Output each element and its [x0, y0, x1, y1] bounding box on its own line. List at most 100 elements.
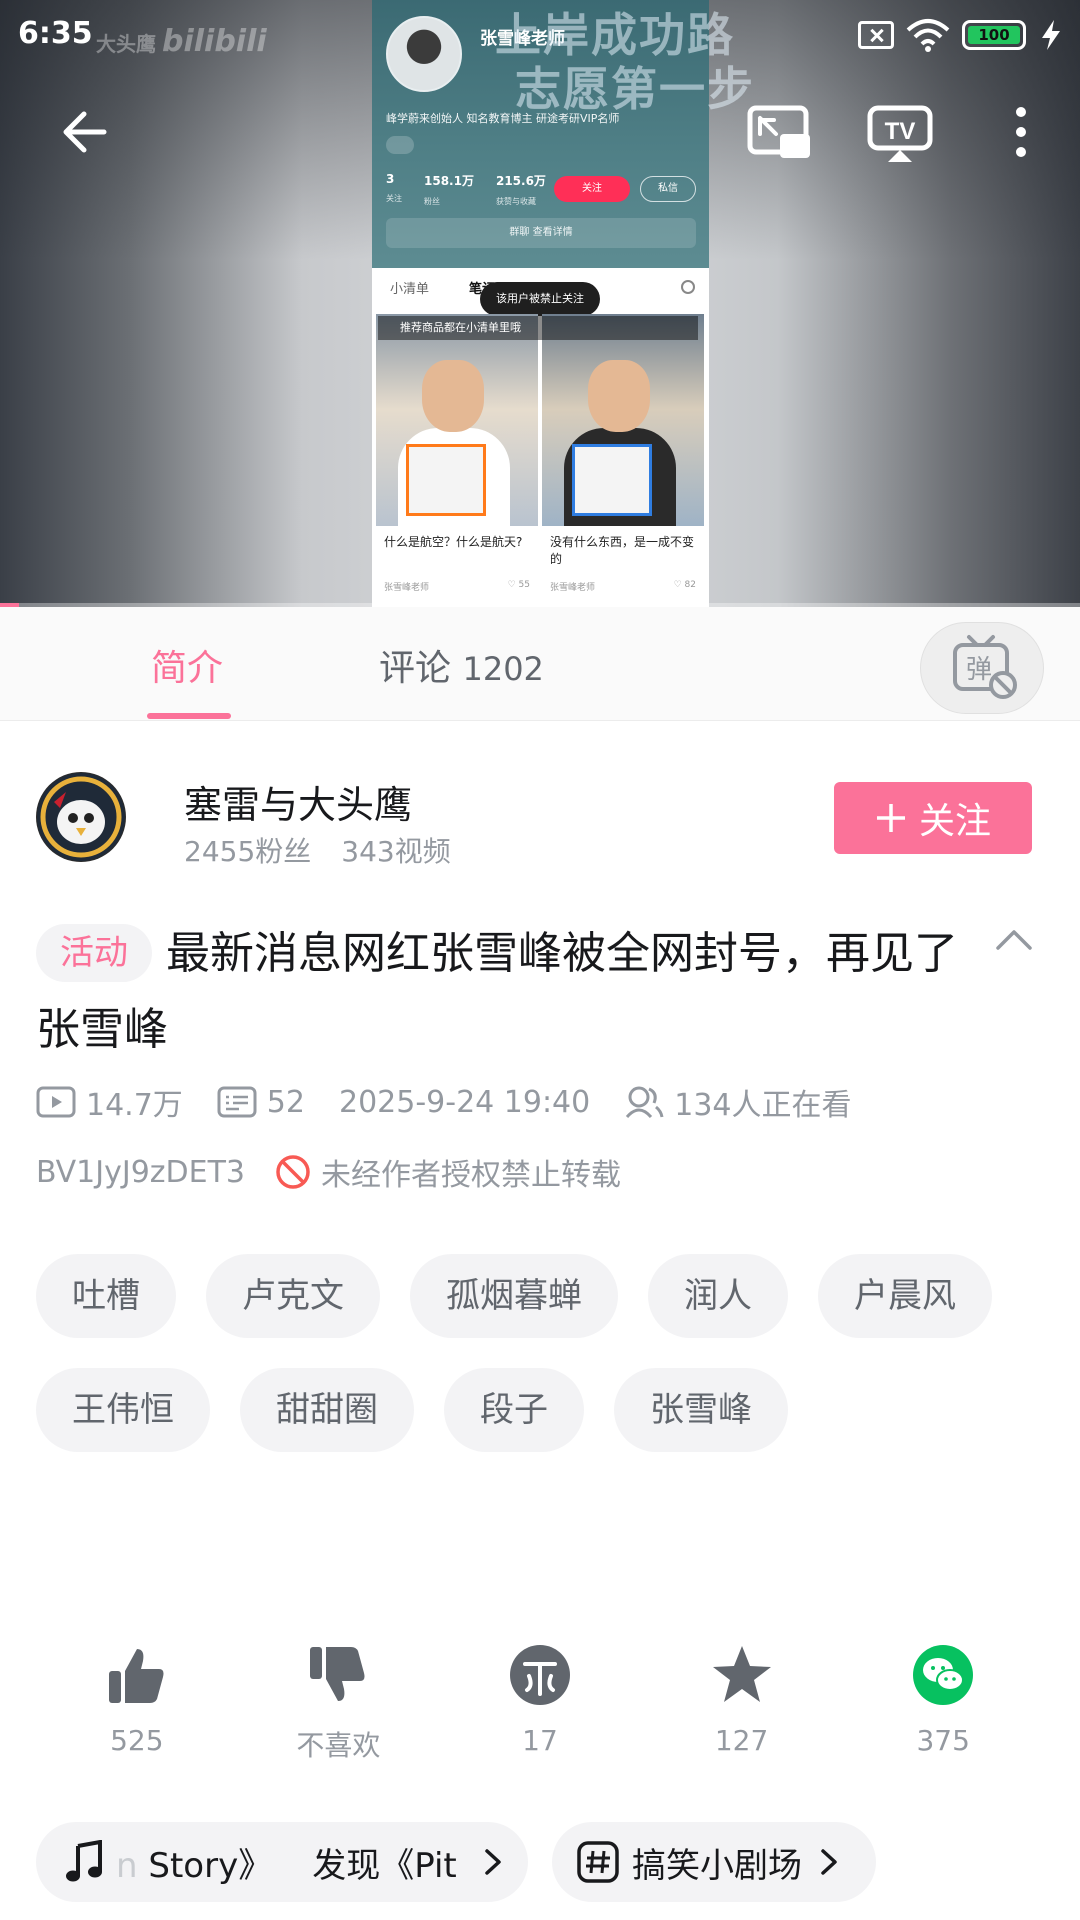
- embedded-note-card: 什么是航空？什么是航天? 张雪峰老师 ♡ 55: [376, 314, 538, 606]
- tag-chip[interactable]: 孤烟暮蝉: [410, 1254, 618, 1338]
- no-repost-icon: [276, 1155, 310, 1189]
- action-bar: 525 不喜欢 17 127 375: [36, 1640, 1044, 1764]
- topic-chip[interactable]: 搞笑小剧场: [552, 1822, 876, 1902]
- arrow-left-icon: [63, 111, 107, 153]
- embedded-stat: 3 关注: [386, 172, 402, 203]
- cast-tv-button[interactable]: TV: [866, 104, 934, 164]
- embedded-follow-button: 关注: [554, 176, 630, 202]
- embedded-stat: 215.6万 获赞与收藏: [495, 174, 546, 206]
- svg-text:弹: 弹: [966, 655, 992, 685]
- thumbs-up-icon: [108, 1649, 164, 1703]
- follow-button-label: 关注: [918, 801, 991, 842]
- star-icon: [712, 1646, 771, 1702]
- activity-badge[interactable]: 活动: [36, 924, 152, 982]
- embedded-mic-icon: [386, 136, 414, 154]
- tag-chip[interactable]: 王伟恒: [36, 1368, 210, 1452]
- video-stats-row: 14.7万 52 2025-9-24 19:40 134人正在看: [36, 1080, 886, 1124]
- tag-chip[interactable]: 段子: [444, 1368, 584, 1452]
- more-vertical-icon: [1016, 107, 1026, 157]
- coin-button[interactable]: 17: [439, 1640, 641, 1764]
- wifi-icon: [906, 19, 950, 52]
- topic-hashtag-icon: [577, 1841, 619, 1883]
- danmaku-count: 52: [217, 1085, 305, 1120]
- uploader-stats: 2455粉丝 343视频: [184, 830, 451, 870]
- embedded-search-icon: [681, 280, 695, 294]
- video-title: 最新消息网红张雪峰被全网封号，再见了张雪峰: [36, 928, 958, 1055]
- tag-chip[interactable]: 张雪峰: [614, 1368, 788, 1452]
- copyright-notice: 未经作者授权禁止转载: [321, 1158, 622, 1193]
- dislike-button[interactable]: 不喜欢: [238, 1640, 440, 1764]
- share-count: 375: [916, 1724, 970, 1757]
- active-tab-indicator: [147, 713, 231, 719]
- share-button[interactable]: 375: [842, 1640, 1044, 1764]
- status-icons: 100: [858, 18, 1064, 52]
- embedded-group-chat: 群聊 查看详情: [386, 218, 696, 248]
- danmaku-count-icon: [217, 1086, 257, 1118]
- comments-count: 1202: [462, 650, 544, 688]
- wechat-icon: [913, 1645, 974, 1705]
- video-id-row: BV1JyJ9zDET3 未经作者授权禁止转载: [36, 1150, 621, 1194]
- favorite-count: 127: [714, 1724, 769, 1757]
- music-chip[interactable]: n Story》 发现《Pit: [36, 1822, 528, 1902]
- embedded-banner: 推荐商品都在小清单里哦: [378, 316, 698, 340]
- danmaku-off-icon: 弹: [953, 635, 1017, 699]
- chevron-up-icon: [996, 930, 1032, 950]
- follow-button[interactable]: 关注: [834, 782, 1032, 854]
- status-time: 6:35: [18, 16, 93, 51]
- play-count-icon: [36, 1086, 76, 1118]
- embedded-toast: 该用户被禁止关注: [480, 282, 600, 316]
- tag-chip[interactable]: 甜甜圈: [240, 1368, 414, 1452]
- uploader-name[interactable]: 塞雷与大头鹰: [184, 774, 412, 829]
- tab-comments[interactable]: 评论 1202: [379, 639, 544, 691]
- tv-cast-icon: TV: [867, 105, 933, 162]
- coin-icon: [509, 1645, 570, 1705]
- danmaku-toggle[interactable]: 弹: [920, 622, 1044, 714]
- tag-chip[interactable]: 户晨风: [818, 1254, 992, 1338]
- video-title-block[interactable]: 活动 最新消息网红张雪峰被全网封号，再见了张雪峰: [36, 916, 976, 1068]
- embedded-tabs: 小清单 笔记: [390, 282, 495, 297]
- music-note-icon: [66, 1840, 102, 1882]
- tag-list: 吐槽 卢克文 孤烟暮蝉 润人 户晨风 王伟恒 甜甜圈 段子 张雪峰: [36, 1254, 1046, 1452]
- svg-text:TV: TV: [885, 118, 916, 145]
- tag-chip[interactable]: 润人: [648, 1254, 788, 1338]
- back-button[interactable]: [56, 102, 116, 162]
- like-count: 525: [110, 1724, 164, 1757]
- dislike-label: 不喜欢: [296, 1729, 381, 1762]
- uploader-videos: 343视频: [341, 835, 451, 868]
- charging-icon: [1042, 20, 1060, 50]
- tab-comments-label: 评论: [379, 648, 452, 689]
- tag-chip[interactable]: 卢克文: [206, 1254, 380, 1338]
- detail-tab-bar: 简介 评论 1202 弹: [0, 607, 1080, 721]
- embedded-stat: 158.1万 粉丝: [424, 174, 474, 206]
- embedded-stats: 3 关注 158.1万 粉丝 215.6万 获赞与收藏: [386, 172, 546, 208]
- picture-in-picture-icon: [747, 105, 810, 158]
- battery-icon: 100: [962, 20, 1026, 50]
- mini-window-button[interactable]: [746, 104, 812, 164]
- publish-date: 2025-9-24 19:40: [338, 1084, 591, 1120]
- more-options-button[interactable]: [1006, 104, 1036, 164]
- embedded-message-button: 私信: [640, 176, 696, 202]
- tag-chip[interactable]: 吐槽: [36, 1254, 176, 1338]
- favorite-button[interactable]: 127: [641, 1640, 843, 1764]
- chevron-right-icon: [485, 1849, 501, 1875]
- bvid[interactable]: BV1JyJ9zDET3: [36, 1155, 245, 1190]
- music-title-marquee: n Story》 发现《Pit: [116, 1845, 457, 1886]
- watching-count: 134人正在看: [624, 1080, 852, 1124]
- embedded-notes-feed: 小清单 笔记 该用户被禁止关注 推荐商品都在小清单里哦 什么是航空？什么是航天?…: [372, 268, 709, 607]
- uploader-avatar[interactable]: [36, 772, 126, 862]
- uploader-fans: 2455粉丝: [184, 835, 312, 868]
- like-button[interactable]: 525: [36, 1640, 238, 1764]
- no-sim-icon: [858, 21, 894, 49]
- people-icon: [626, 1086, 664, 1119]
- eagle-avatar-image: [37, 773, 125, 861]
- tab-intro[interactable]: 简介: [151, 639, 223, 691]
- collapse-description-button[interactable]: [992, 924, 1036, 958]
- embedded-note-card: 没有什么东西，是一成不变的 张雪峰老师 ♡ 82: [542, 314, 704, 606]
- view-count: 14.7万: [36, 1080, 183, 1124]
- status-bar: 6:35 100: [0, 0, 1080, 72]
- plus-icon: [876, 804, 905, 832]
- thumbs-down-icon: [310, 1647, 365, 1701]
- topic-label: 搞笑小剧场: [632, 1845, 802, 1886]
- video-player[interactable]: 大头鹰 bilibili 张雪峰老师 峰学蔚来创始人 知名教育博主 研途考研VIP…: [0, 0, 1080, 607]
- chevron-right-icon: [821, 1849, 837, 1875]
